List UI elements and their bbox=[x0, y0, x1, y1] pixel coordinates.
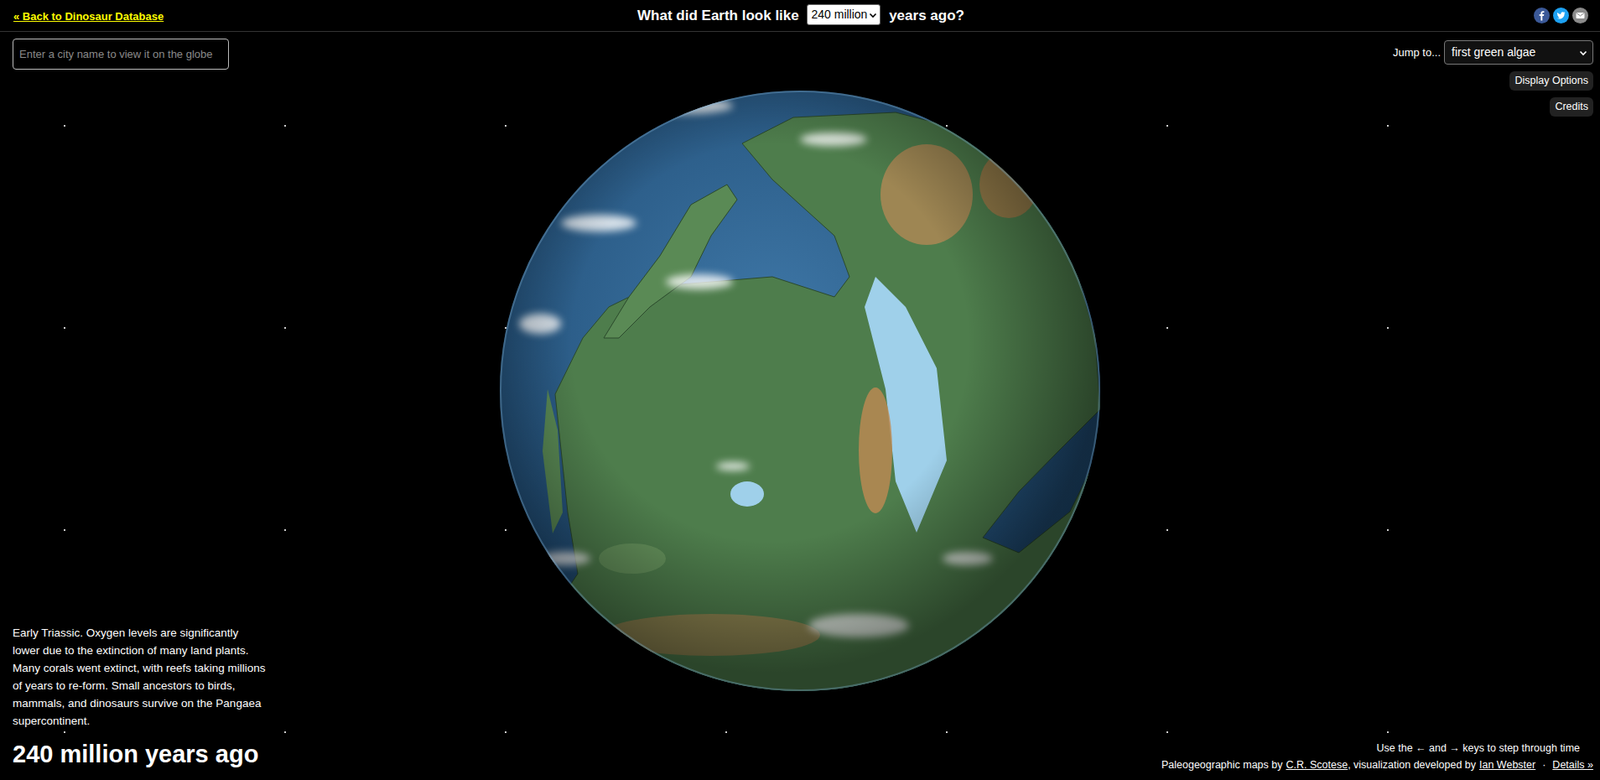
top-bar: « Back to Dinosaur Database What did Ear… bbox=[0, 0, 1600, 32]
facebook-icon[interactable] bbox=[1533, 7, 1550, 24]
details-link[interactable]: Details » bbox=[1552, 758, 1594, 771]
time-select-value: 240 million bbox=[810, 5, 868, 24]
email-icon[interactable] bbox=[1572, 7, 1589, 24]
left-panel: Early Triassic. Oxygen levels are signif… bbox=[0, 31, 499, 780]
right-panel: Jump to... first green algae Display Opt… bbox=[1101, 31, 1600, 780]
globe-area bbox=[498, 31, 1102, 780]
credit-text: Paleogeographic maps by bbox=[1161, 758, 1284, 771]
jump-select-value: first green algae bbox=[1451, 43, 1536, 62]
jump-select[interactable]: first green algae bbox=[1444, 40, 1594, 65]
page-title: What did Earth look like 240 million yea… bbox=[637, 4, 965, 27]
separator: · bbox=[1542, 758, 1546, 771]
jump-label: Jump to... bbox=[1392, 44, 1441, 62]
key-hint: Use the ← and → keys to step through tim… bbox=[1161, 739, 1580, 757]
option-buttons: Display Options Credits bbox=[1509, 71, 1594, 117]
chevron-down-icon bbox=[1579, 48, 1588, 58]
developer-link[interactable]: Ian Webster bbox=[1479, 758, 1536, 771]
option-button[interactable]: Display Options bbox=[1509, 71, 1594, 91]
title-text: years ago? bbox=[888, 7, 965, 24]
footer: Use the ← and → keys to step through tim… bbox=[1161, 739, 1594, 774]
twitter-icon[interactable] bbox=[1553, 7, 1569, 24]
era-description: Early Triassic. Oxygen levels are signif… bbox=[12, 623, 269, 730]
credit-text: , visualization developed by bbox=[1347, 758, 1476, 771]
globe-icon[interactable] bbox=[498, 88, 1102, 693]
chevron-down-icon bbox=[868, 10, 878, 20]
time-label: 240 million years ago bbox=[12, 741, 490, 769]
city-search[interactable] bbox=[12, 38, 229, 70]
time-select[interactable]: 240 million bbox=[806, 4, 881, 26]
back-link[interactable]: « Back to Dinosaur Database bbox=[13, 10, 164, 23]
author-link[interactable]: C.R. Scotese bbox=[1286, 758, 1349, 771]
option-button[interactable]: Credits bbox=[1549, 97, 1594, 117]
title-text: What did Earth look like bbox=[637, 7, 800, 24]
